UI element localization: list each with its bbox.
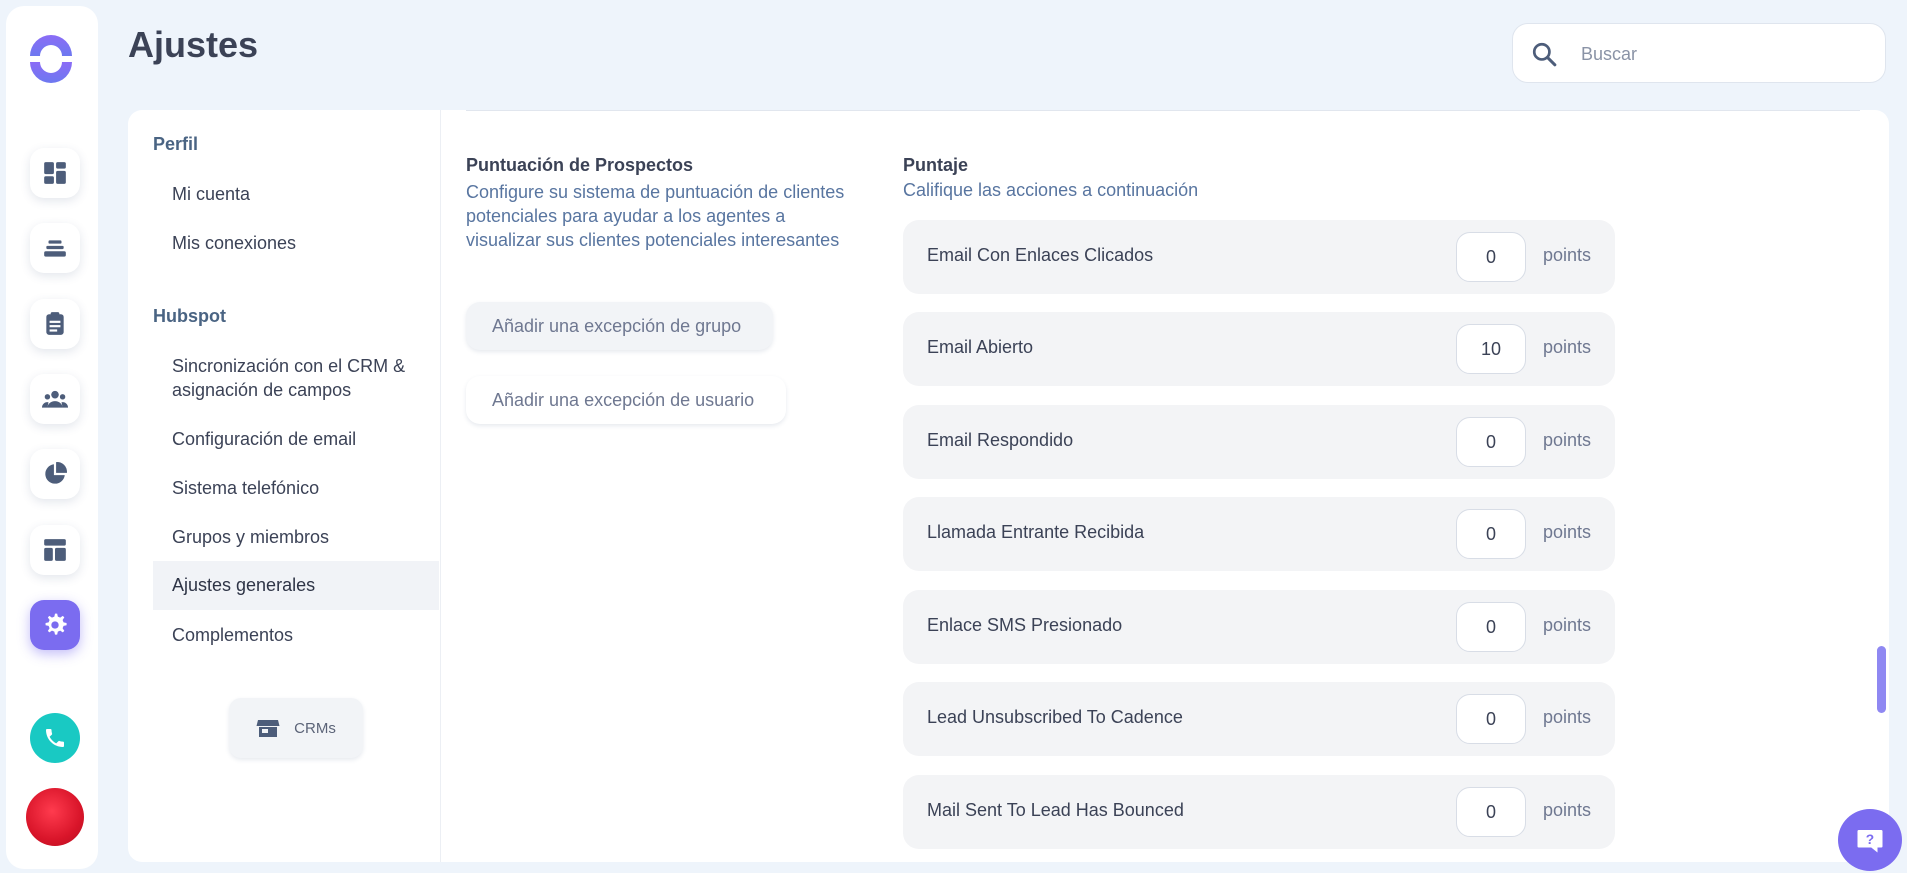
score-label: Email Respondido [927,430,1074,450]
score-unit: points [1543,800,1592,820]
score-input[interactable] [1456,694,1526,744]
settings-card: Perfil Mi cuenta Mis conexiones Hubspot … [128,110,1889,862]
nav-item-phone-system[interactable]: Sistema telefónico [153,476,439,500]
help-chat-icon: ? [1857,830,1883,853]
nav-item-mis-conexiones[interactable]: Mis conexiones [153,231,439,255]
score-label: Email Abierto [927,337,1034,357]
crms-button-label: CRMs [294,719,336,737]
add-user-exception-button[interactable]: Añadir una excepción de usuario [466,376,786,424]
score-input[interactable] [1456,602,1526,652]
score-unit: points [1543,430,1592,450]
score-unit: points [1543,245,1592,265]
score-label: Mail Sent To Lead Has Bounced [927,800,1184,820]
search-icon [1532,42,1557,67]
nav-section-perfil: Perfil [153,134,199,154]
nav-section-hubspot: Hubspot [153,306,226,326]
divider [466,110,1860,111]
score-unit: points [1543,707,1592,727]
score-row: Email Abierto points [903,312,1615,386]
search-box[interactable] [1512,23,1886,83]
score-label: Email Con Enlaces Clicados [927,245,1154,265]
score-row: Llamada Entrante Recibida points [903,497,1615,571]
nav-item-general-settings[interactable]: Ajustes generales [153,561,439,610]
add-group-exception-button[interactable]: Añadir una excepción de grupo [466,302,773,350]
store-icon [256,720,280,737]
nav-item-mi-cuenta[interactable]: Mi cuenta [153,182,439,206]
score-unit: points [1543,337,1592,357]
score-subtitle: Califique las acciones a continuación [903,180,1199,200]
search-input[interactable] [1579,38,1873,70]
score-input[interactable] [1456,232,1526,282]
score-unit: points [1543,615,1592,635]
lead-scoring-description: Configure su sistema de puntuación de cl… [466,182,845,250]
score-row: Lead Unsubscribed To Cadence points [903,682,1615,756]
score-row: Email Respondido points [903,405,1615,479]
score-unit: points [1543,522,1592,542]
score-input[interactable] [1456,509,1526,559]
clipboard-icon[interactable] [30,299,80,349]
scrollbar-thumb[interactable] [1877,646,1886,713]
phone-button[interactable] [30,713,80,763]
avatar[interactable] [26,788,84,846]
app-logo[interactable] [26,34,76,84]
crms-button[interactable]: CRMs [229,698,363,758]
help-button[interactable]: ? [1838,809,1902,871]
settings-nav: Perfil Mi cuenta Mis conexiones Hubspot … [128,110,441,862]
nav-item-crm-sync[interactable]: Sincronización con el CRM & asignación d… [153,354,423,402]
lead-scoring-title: Puntuación de Prospectos [466,155,694,175]
dashboard-icon[interactable] [30,148,80,198]
nav-item-email-config[interactable]: Configuración de email [153,427,439,451]
score-row: Mail Sent To Lead Has Bounced points [903,775,1615,849]
score-title: Puntaje [903,155,969,175]
pie-chart-icon[interactable] [30,449,80,499]
layout-icon[interactable] [30,525,80,575]
score-input[interactable] [1456,324,1526,374]
stack-icon[interactable] [30,223,80,273]
team-icon[interactable] [30,374,80,424]
gear-icon[interactable] [30,600,80,650]
svg-text:?: ? [1866,832,1874,847]
score-label: Llamada Entrante Recibida [927,522,1145,542]
score-label: Enlace SMS Presionado [927,615,1123,635]
app-rail [6,6,98,869]
score-input[interactable] [1456,417,1526,467]
score-input[interactable] [1456,787,1526,837]
page-title: Ajustes [128,24,259,65]
nav-item-groups-members[interactable]: Grupos y miembros [153,525,439,549]
nav-item-complements[interactable]: Complementos [153,623,439,647]
score-label: Lead Unsubscribed To Cadence [927,707,1183,727]
score-row: Email Con Enlaces Clicados points [903,220,1615,294]
score-row: Enlace SMS Presionado points [903,590,1615,664]
phone-icon [46,729,64,747]
